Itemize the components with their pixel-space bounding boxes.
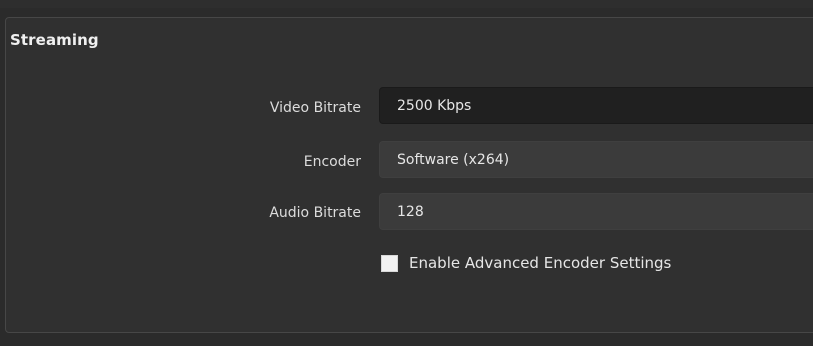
encoder-label: Encoder (303, 154, 361, 170)
streaming-group-title: Streaming (10, 31, 99, 49)
advanced-encoder-label[interactable]: Enable Advanced Encoder Settings (409, 254, 671, 272)
audio-bitrate-select[interactable]: 128 (379, 193, 813, 230)
video-bitrate-label: Video Bitrate (269, 100, 361, 116)
audio-bitrate-label: Audio Bitrate (269, 205, 361, 221)
video-bitrate-value: 2500 Kbps (397, 97, 472, 114)
video-bitrate-input[interactable]: 2500 Kbps (379, 87, 813, 124)
advanced-encoder-checkbox-row[interactable]: Enable Advanced Encoder Settings (381, 252, 671, 274)
advanced-encoder-checkbox[interactable] (381, 254, 398, 272)
encoder-value: Software (x264) (397, 151, 510, 168)
encoder-select[interactable]: Software (x264) (379, 141, 813, 178)
top-strip (0, 0, 813, 8)
settings-window: Streaming Video Bitrate 2500 Kbps Encode… (0, 0, 813, 346)
audio-bitrate-value: 128 (397, 203, 424, 220)
